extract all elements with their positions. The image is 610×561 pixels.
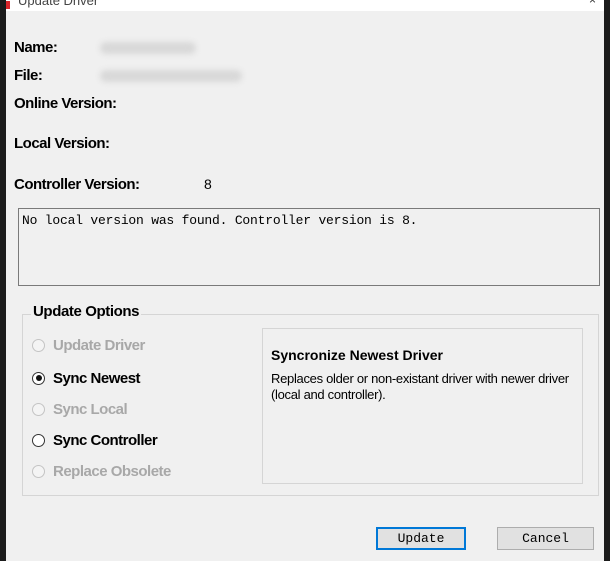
controller-version-value: 8	[204, 176, 212, 192]
local-version-label: Local Version:	[14, 135, 110, 152]
name-label: Name:	[14, 39, 58, 56]
window-title: Update Driver	[18, 0, 99, 8]
title-bar: Update Driver ×	[6, 0, 604, 11]
option-description-title: Syncronize Newest Driver	[271, 347, 443, 363]
radio-label: Update Driver	[53, 336, 145, 354]
radio-label: Sync Local	[53, 400, 128, 418]
radio-label: Sync Newest	[53, 369, 141, 387]
name-value-redacted	[100, 42, 196, 54]
radio-replace-obsolete: Replace Obsolete	[32, 461, 171, 481]
file-value-redacted	[100, 70, 242, 82]
radio-unchecked-icon	[32, 464, 45, 478]
radio-unchecked-icon	[32, 402, 45, 416]
radio-label: Replace Obsolete	[53, 462, 171, 480]
radio-sync-controller[interactable]: Sync Controller	[32, 430, 158, 450]
controller-version-label: Controller Version:	[14, 176, 140, 193]
online-version-label: Online Version:	[14, 95, 117, 112]
update-button[interactable]: Update	[376, 527, 466, 550]
radio-checked-icon[interactable]	[32, 371, 45, 385]
file-label: File:	[14, 67, 43, 84]
radio-sync-newest[interactable]: Sync Newest	[32, 368, 141, 388]
app-icon	[6, 1, 10, 9]
update-driver-dialog: Update Driver × Name: File: Online Versi…	[0, 0, 610, 561]
status-message-box[interactable]: No local version was found. Controller v…	[18, 208, 600, 286]
option-description-text: Replaces older or non-existant driver wi…	[271, 371, 569, 402]
option-description-panel: Syncronize Newest Driver Replaces older …	[262, 328, 583, 484]
update-options-title: Update Options	[31, 303, 142, 320]
status-message: No local version was found. Controller v…	[22, 213, 418, 228]
radio-unchecked-icon[interactable]	[32, 433, 45, 447]
radio-label: Sync Controller	[53, 431, 158, 449]
cancel-button[interactable]: Cancel	[497, 527, 594, 550]
radio-sync-local: Sync Local	[32, 399, 128, 419]
radio-update-driver: Update Driver	[32, 335, 145, 355]
radio-unchecked-icon	[32, 338, 45, 352]
close-icon[interactable]: ×	[589, 0, 596, 7]
